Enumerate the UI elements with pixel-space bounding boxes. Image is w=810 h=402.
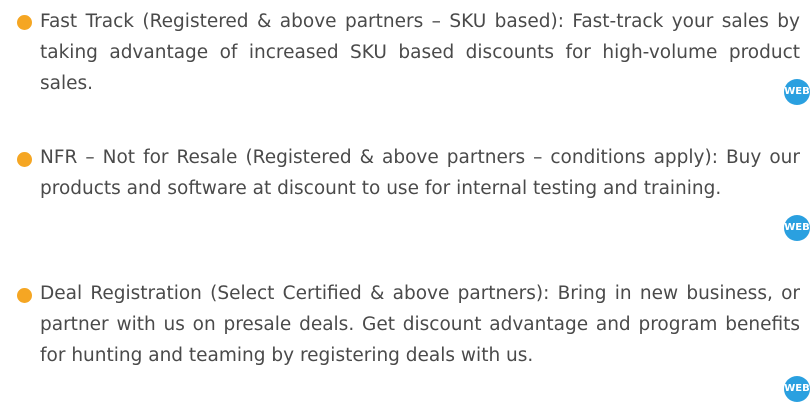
bullet-dot-icon (17, 152, 32, 167)
list-item-text: Fast Track (Registered & above partners … (40, 6, 800, 99)
item-title: NFR – Not for Resale (40, 147, 238, 168)
list-item-text: Deal Registration (Select Certified & ab… (40, 278, 800, 371)
web-icon[interactable]: WEB (784, 376, 810, 402)
web-icon[interactable]: WEB (784, 79, 810, 105)
list-item-text: NFR – Not for Resale (Registered & above… (40, 142, 800, 204)
bullet-dot-icon (17, 15, 32, 30)
bullet-dot-icon (17, 288, 32, 303)
web-icon[interactable]: WEB (784, 215, 810, 241)
item-title: Deal Registration (40, 283, 202, 304)
item-title: Fast Track (40, 11, 135, 32)
item-body: (Registered & above partners – SKU based… (40, 11, 800, 94)
